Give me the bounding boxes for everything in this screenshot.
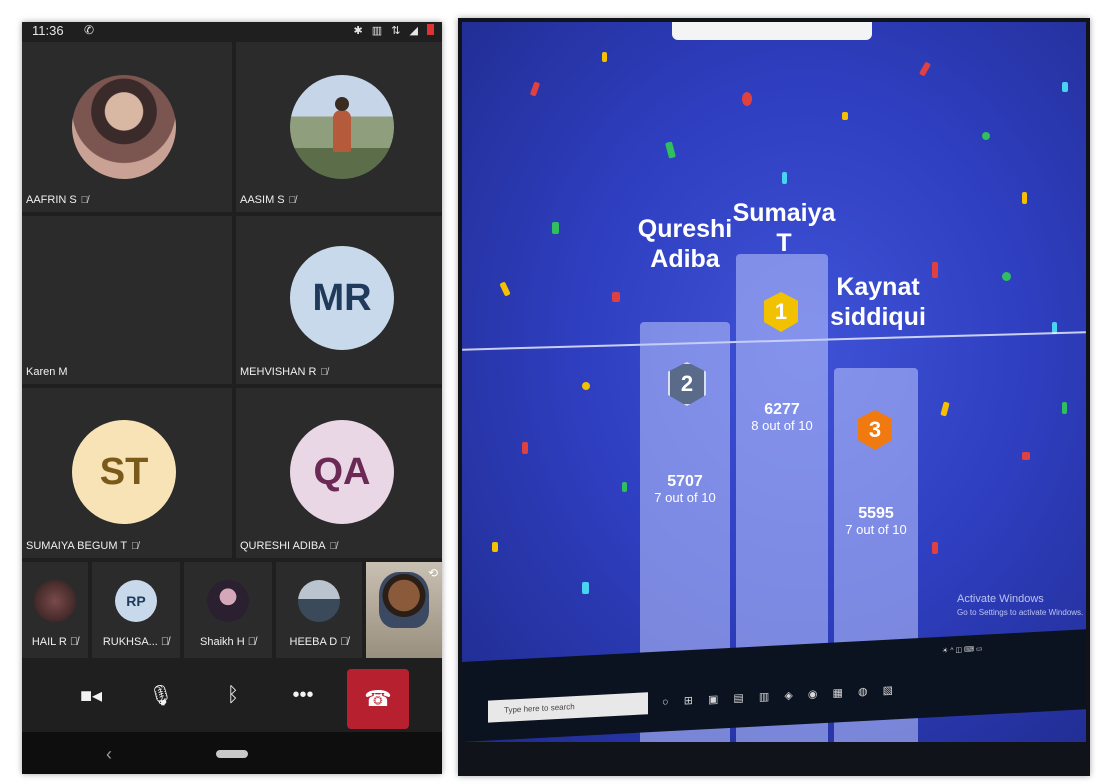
call-status-icon: ✆ <box>84 23 95 37</box>
player-name-1st: Sumaiya T <box>732 199 836 257</box>
avatar: MR <box>290 246 394 350</box>
mic-off-icon: 🎙̸ <box>288 195 297 206</box>
avatar <box>34 580 76 622</box>
battery-icon <box>427 24 434 35</box>
player-name-3rd: Kaynat siddiqui <box>830 273 926 331</box>
participant-name: RUKHSA... <box>102 636 158 648</box>
avatar <box>72 75 176 179</box>
mic-off-icon: 🎙̸ <box>80 195 89 206</box>
correct-2nd: 7 out of 10 <box>654 490 716 505</box>
participant-name: AASIM S <box>240 194 285 206</box>
mic-off-icon: 🎙̸ <box>247 636 256 648</box>
score-2nd: 5707 7 out of 10 <box>640 474 730 506</box>
mic-icon[interactable]: 🎙 <box>144 678 178 712</box>
participant-name: HAIL R <box>31 636 67 648</box>
participant-tile[interactable]: MR MEHVISHAN R 🎙̸ <box>236 216 442 384</box>
leaderboard-photo: Qureshi Adiba Sumaiya T Kaynat siddiqui … <box>458 18 1090 776</box>
status-time: 11:36 <box>32 23 64 38</box>
participant-tile[interactable]: AASIM S 🎙̸ <box>236 42 442 212</box>
mic-off-icon: 🎙̸ <box>340 636 349 648</box>
participant-name: SUMAIYA BEGUM T <box>26 540 128 552</box>
participant-name: AAFRIN S <box>26 194 77 206</box>
windows-taskbar: Type here to search ○ ⊞ ▣ ▤ ▥ ◈ ◉ ▦ ◍ ▧ … <box>462 629 1086 742</box>
points-1st: 6277 <box>764 401 800 418</box>
camera-icon[interactable]: ■◂ <box>74 678 108 712</box>
participant-tile-small[interactable]: RP RUKHSA... 🎙̸ <box>92 562 180 658</box>
participant-name: Shaikh H <box>200 636 245 648</box>
participant-tile-small[interactable]: HAIL R 🎙̸ <box>22 562 88 658</box>
participant-name: QURESHI ADIBA <box>240 540 326 552</box>
participant-tile[interactable]: QA QURESHI ADIBA 🎙̸ <box>236 388 442 558</box>
video-call-screen: 11:36 ✆ ✱ ▥ ⇅ ◢ AAFRIN S 🎙̸ AASIM S 🎙̸ Kar… <box>22 22 442 774</box>
bluetooth-icon[interactable]: ᛒ <box>216 678 250 712</box>
status-bar: 11:36 ✆ ✱ ▥ ⇅ ◢ <box>22 22 442 42</box>
participant-tile-small[interactable]: HEEBA D 🎙̸ <box>276 562 362 658</box>
participant-tile[interactable]: Karen M <box>22 216 232 384</box>
participant-name: MEHVISHAN R <box>240 366 317 378</box>
participant-tile[interactable]: AAFRIN S 🎙̸ <box>22 42 232 212</box>
projected-screen: Qureshi Adiba Sumaiya T Kaynat siddiqui … <box>462 22 1086 742</box>
call-controls: ■◂ 🎙 ᛒ ••• ☎ <box>22 662 442 729</box>
android-nav-bar: ‹ <box>22 732 442 774</box>
mic-off-icon: 🎙̸ <box>69 636 79 648</box>
activate-windows-watermark: Activate Windows Go to Settings to activ… <box>957 593 1084 617</box>
participant-name: Karen M <box>26 366 68 378</box>
points-2nd: 5707 <box>667 473 703 490</box>
home-pill-icon[interactable] <box>216 750 248 758</box>
mic-off-icon: 🎙̸ <box>131 541 139 552</box>
points-3rd: 5595 <box>858 505 894 522</box>
participant-tile[interactable]: ST SUMAIYA BEGUM T 🎙̸ <box>22 388 232 558</box>
avatar <box>207 580 249 622</box>
correct-3rd: 7 out of 10 <box>845 522 907 537</box>
switch-camera-icon[interactable]: ⟲ <box>428 566 438 580</box>
self-view-tile[interactable]: ⟲ <box>366 562 442 658</box>
self-avatar <box>379 572 429 628</box>
end-call-icon[interactable]: ☎ <box>347 669 409 729</box>
taskbar-search[interactable]: Type here to search <box>488 692 648 723</box>
more-icon[interactable]: ••• <box>286 678 320 712</box>
avatar <box>290 75 394 179</box>
back-icon[interactable]: ‹ <box>106 744 112 765</box>
score-1st: 6277 8 out of 10 <box>736 402 828 434</box>
correct-1st: 8 out of 10 <box>751 418 813 433</box>
avatar: RP <box>115 580 157 622</box>
mic-off-icon: 🎙̸ <box>329 541 338 552</box>
mic-off-icon: 🎙̸ <box>160 636 170 648</box>
avatar: QA <box>290 420 394 524</box>
score-3rd: 5595 7 out of 10 <box>834 506 918 538</box>
participant-name: HEEBA D <box>289 636 338 648</box>
system-tray[interactable]: ☀ ^ ◫ ⌨ ▭ <box>942 645 983 655</box>
avatar <box>298 580 340 622</box>
top-banner <box>672 22 872 40</box>
participant-tile-small[interactable]: Shaikh H 🎙̸ <box>184 562 272 658</box>
status-icons: ✱ ▥ ⇅ ◢ <box>353 24 434 37</box>
taskbar-app-icons[interactable]: ○ ⊞ ▣ ▤ ▥ ◈ ◉ ▦ ◍ ▧ <box>662 683 899 708</box>
mic-off-icon: 🎙̸ <box>320 367 328 378</box>
avatar: ST <box>72 420 176 524</box>
